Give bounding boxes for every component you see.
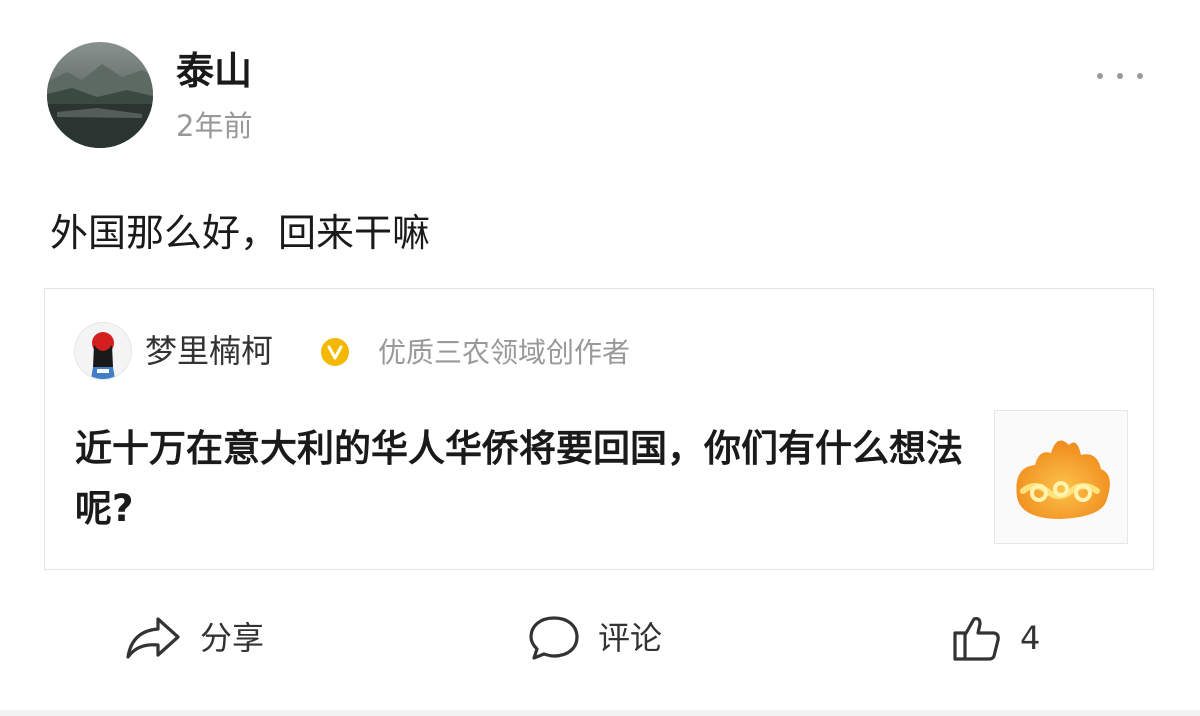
comment-bubble-icon: [529, 616, 579, 660]
like-button[interactable]: 4: [952, 610, 1040, 666]
quote-author-avatar[interactable]: [74, 322, 132, 380]
quote-thumbnail: [994, 410, 1128, 544]
author-name[interactable]: 泰山: [176, 48, 252, 94]
comment-button[interactable]: 评论: [528, 610, 662, 666]
author-avatar[interactable]: [47, 42, 153, 148]
post-time: 2年前: [176, 109, 253, 143]
flame-cloud-icon: [1016, 440, 1110, 519]
share-arrow-icon: [126, 617, 180, 659]
quote-author-name[interactable]: 梦里楠柯: [145, 329, 273, 373]
quote-article-title[interactable]: 近十万在意大利的华人华侨将要回国，你们有什么想法呢?: [75, 419, 975, 539]
like-count: 4: [1020, 619, 1041, 657]
comment-label: 评论: [598, 619, 663, 657]
post-page: 泰山 2年前 外国那么好，回来干嘛 梦里楠柯 优质三农领域创作者 近十万在意大利…: [0, 0, 1200, 716]
bottom-divider: [0, 710, 1200, 716]
share-label: 分享: [200, 619, 265, 657]
verified-badge-icon: [320, 337, 350, 367]
thumbs-up-icon: [953, 616, 1000, 661]
quote-author-description: 优质三农领域创作者: [378, 336, 631, 369]
more-icon[interactable]: [1090, 58, 1150, 94]
post-text: 外国那么好，回来干嘛: [50, 211, 431, 255]
share-button[interactable]: 分享: [124, 610, 264, 666]
quoted-article-card[interactable]: 梦里楠柯 优质三农领域创作者 近十万在意大利的华人华侨将要回国，你们有什么想法呢…: [44, 288, 1154, 570]
